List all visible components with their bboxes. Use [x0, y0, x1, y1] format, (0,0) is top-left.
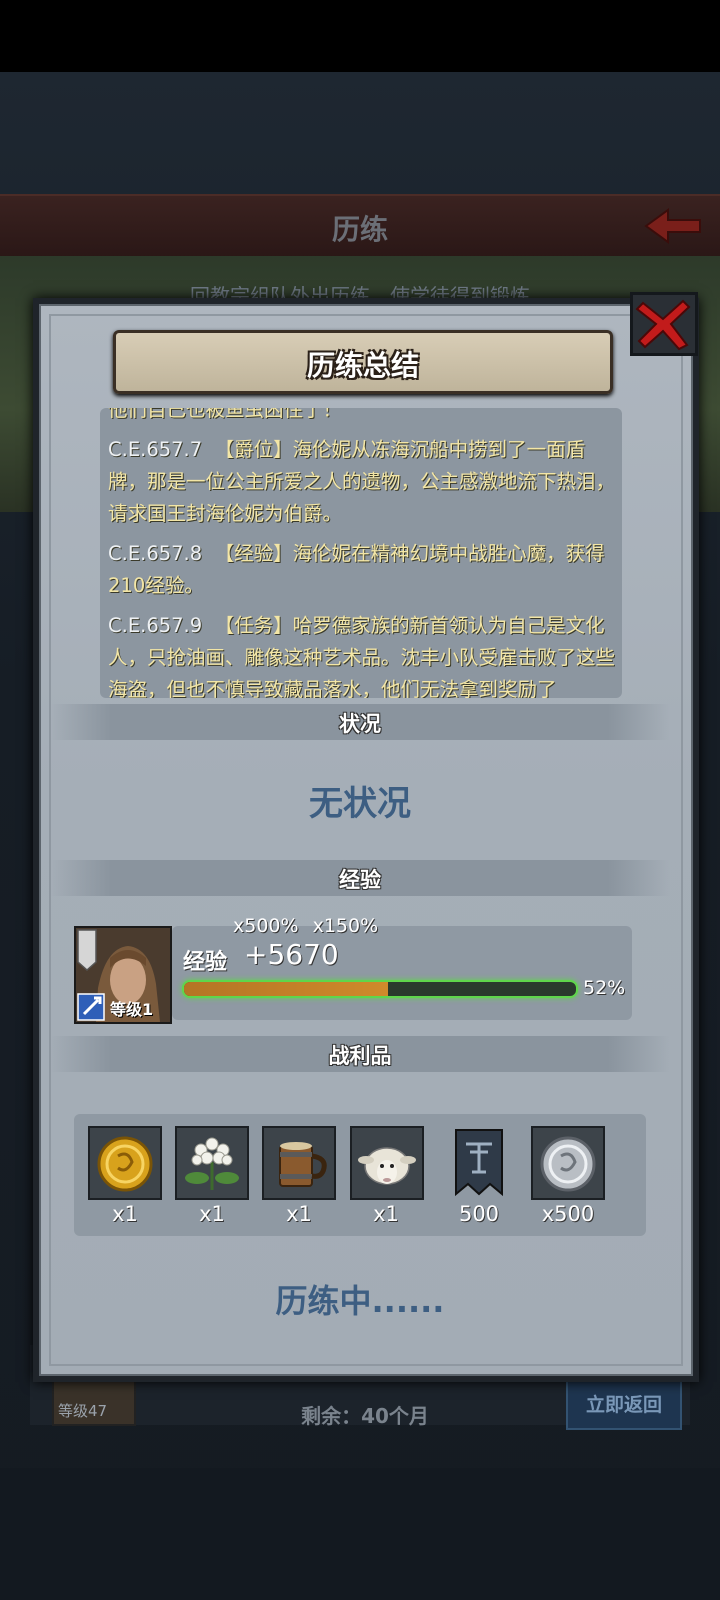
- rank-banner-icon: [77, 929, 97, 972]
- log-text: 他们自己也被鱼虫困住了！: [108, 408, 343, 421]
- loot-count: x1: [112, 1202, 138, 1226]
- background-title: 历练: [331, 213, 388, 246]
- banner-icon: [455, 1129, 503, 1197]
- loot-count: x1: [286, 1202, 312, 1226]
- dialog-title-plate: 历练总结: [113, 330, 613, 394]
- exp-gain: +5670: [244, 938, 339, 971]
- status-bar: [0, 0, 720, 72]
- log-entry: 他们自己也被鱼虫困住了！: [108, 408, 618, 426]
- multiplier-1: x500%: [233, 915, 299, 937]
- background-bottom-strip: [0, 1468, 720, 1600]
- gold-coin-icon: [97, 1136, 153, 1192]
- loot-item[interactable]: [262, 1126, 336, 1200]
- background-header: 历练: [0, 194, 720, 260]
- exp-label: 经验: [183, 950, 228, 975]
- exp-progress-fill: [184, 982, 388, 996]
- log-date: C.E.657.8: [108, 542, 203, 565]
- loot-count: x1: [199, 1202, 225, 1226]
- log-entry: C.E.657.7 【爵位】海伦妮从冻海沉船中捞到了一面盾牌，那是一位公主所爱之…: [108, 434, 618, 530]
- loot-item[interactable]: [175, 1126, 249, 1200]
- close-button[interactable]: [630, 292, 698, 356]
- return-now-button[interactable]: 立即返回: [566, 1380, 682, 1430]
- exp-section-header: 经验: [50, 860, 670, 896]
- exp-multipliers: x500% x150%: [233, 915, 378, 937]
- white-flower-icon: [185, 1137, 239, 1190]
- status-value: 无状况: [309, 784, 411, 824]
- exp-panel: [172, 926, 632, 1020]
- loot-count: 500: [458, 1202, 500, 1226]
- back-arrow-icon[interactable]: [642, 204, 706, 248]
- log-date: C.E.657.7: [108, 438, 203, 461]
- log-entry: C.E.657.9 【任务】哈罗德家族的新首领认为自己是文化人，只抢油画、雕像这…: [108, 610, 618, 698]
- status-section-header: 状况: [50, 704, 670, 740]
- background-hero-level: 等级47: [58, 1402, 108, 1420]
- event-log[interactable]: 他们自己也被鱼虫困住了！ C.E.657.7 【爵位】海伦妮从冻海沉船中捞到了一…: [100, 408, 622, 698]
- hero-level: 等级1: [110, 1000, 154, 1019]
- multiplier-2: x150%: [312, 915, 379, 937]
- exp-progress-percent: 52%: [583, 977, 626, 999]
- silver-coin-icon: [540, 1136, 596, 1192]
- exp-section-label: 经验: [339, 868, 381, 892]
- exp-progress-bar: [182, 980, 578, 998]
- wooden-mug-icon: [279, 1142, 327, 1187]
- dialog-title: 历练总结: [306, 349, 419, 382]
- loot-section-header: 战利品: [50, 1036, 670, 1072]
- close-icon[interactable]: [633, 295, 695, 353]
- loot-count: x1: [373, 1202, 399, 1226]
- log-date: C.E.657.9: [108, 614, 203, 637]
- loot-section-label: 战利品: [328, 1044, 392, 1068]
- log-entry: C.E.657.8 【经验】海伦妮在精神幻境中战胜心魔，获得210经验。: [108, 538, 618, 602]
- sheep-icon: [358, 1147, 416, 1185]
- background-remaining-time: 剩余：40个月: [301, 1404, 429, 1428]
- training-status: 历练中......: [275, 1282, 445, 1320]
- loot-item[interactable]: [88, 1126, 162, 1200]
- loot-item[interactable]: [531, 1126, 605, 1200]
- loot-item[interactable]: [350, 1126, 424, 1200]
- loot-count: x500: [541, 1202, 595, 1226]
- status-section-label: 状况: [339, 712, 381, 736]
- loot-item[interactable]: [452, 1126, 526, 1200]
